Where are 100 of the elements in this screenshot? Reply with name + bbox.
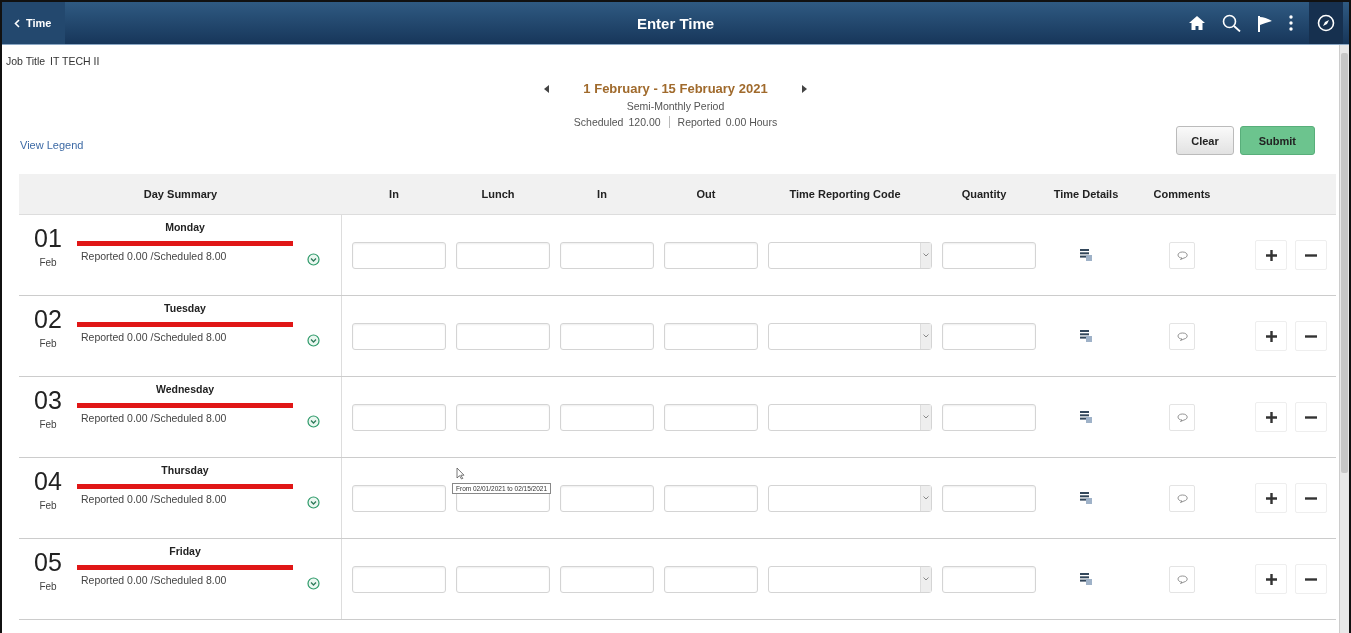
remove-row-button[interactable] (1295, 240, 1327, 270)
quantity-input-field[interactable] (942, 484, 1036, 512)
time-input-field[interactable] (664, 241, 758, 269)
time-details-icon[interactable] (1080, 573, 1092, 585)
more-options-icon[interactable] (1289, 15, 1293, 31)
time-input-field[interactable] (664, 565, 758, 593)
minus-icon (1305, 415, 1317, 419)
add-row-button[interactable] (1255, 564, 1287, 594)
plus-icon (1265, 411, 1277, 423)
submit-button[interactable]: Submit (1239, 126, 1315, 155)
add-row-button[interactable] (1255, 402, 1287, 432)
plus-icon (1265, 492, 1277, 504)
search-icon[interactable] (1222, 14, 1241, 32)
time-input-field[interactable] (664, 484, 758, 512)
column-header: Time Reporting Code (788, 188, 902, 200)
add-row-button[interactable] (1255, 483, 1287, 513)
caret-down-icon (923, 334, 929, 338)
time-input-field[interactable] (560, 484, 654, 512)
day-number: 03 (34, 387, 62, 413)
next-period-icon[interactable] (801, 84, 807, 93)
remove-row-button[interactable] (1295, 483, 1327, 513)
time-input-field[interactable] (456, 322, 550, 350)
period-range: 1 February - 15 February 2021 (583, 81, 768, 96)
column-header: Out (695, 188, 717, 200)
time-details-icon[interactable] (1080, 492, 1092, 504)
time-input-field[interactable] (560, 403, 654, 431)
quantity-input-field[interactable] (942, 403, 1036, 431)
caret-down-icon (923, 577, 929, 581)
home-icon[interactable] (1188, 15, 1206, 31)
expand-chevron-icon[interactable] (307, 333, 320, 347)
chevron-left-icon (14, 18, 20, 28)
month-label: Feb (39, 257, 57, 268)
time-reporting-code-dropdown[interactable] (768, 241, 932, 269)
add-row-button[interactable] (1255, 240, 1287, 270)
time-input-field[interactable] (352, 484, 446, 512)
time-details-icon[interactable] (1080, 411, 1092, 423)
back-button[interactable]: Time (2, 2, 66, 44)
reported-label: Reported (677, 116, 721, 128)
day-number: 02 (34, 306, 62, 332)
time-input-field[interactable] (560, 241, 654, 269)
time-input-field[interactable] (352, 403, 446, 431)
expand-chevron-icon[interactable] (307, 495, 320, 509)
weekday-label: Friday (169, 545, 201, 557)
scheduled-label: Scheduled (573, 116, 624, 128)
time-input-field[interactable] (560, 565, 654, 593)
time-reporting-code-dropdown[interactable] (768, 484, 932, 512)
month-label: Feb (39, 581, 57, 592)
plus-icon (1265, 249, 1277, 261)
previous-period-icon[interactable] (544, 84, 550, 93)
expand-chevron-icon[interactable] (307, 252, 320, 266)
view-legend-link[interactable]: View Legend (20, 139, 84, 151)
hours-summary: Reported 0.00 /Scheduled 8.00 (81, 493, 227, 505)
remove-row-button[interactable] (1295, 402, 1327, 432)
remove-row-button[interactable] (1295, 564, 1327, 594)
quantity-input-field[interactable] (942, 241, 1036, 269)
time-input-field[interactable] (352, 322, 446, 350)
column-header: In (388, 188, 400, 200)
page-title: Enter Time (636, 14, 715, 32)
time-reporting-code-dropdown[interactable] (768, 322, 932, 350)
speech-bubble-icon (1176, 250, 1188, 260)
comment-button[interactable] (1169, 565, 1195, 593)
time-details-icon[interactable] (1080, 249, 1092, 261)
expand-chevron-icon[interactable] (307, 414, 320, 428)
speech-bubble-icon (1176, 412, 1188, 422)
scrollbar[interactable] (1339, 45, 1349, 633)
flag-icon[interactable] (1257, 14, 1273, 32)
compass-icon[interactable] (1317, 14, 1335, 32)
time-input-field[interactable] (456, 241, 550, 269)
day-number: 05 (34, 549, 62, 575)
plus-icon (1265, 330, 1277, 342)
clear-button[interactable]: Clear (1176, 126, 1234, 155)
expand-chevron-icon[interactable] (307, 576, 320, 590)
time-details-icon[interactable] (1080, 330, 1092, 342)
column-header: Comments (1152, 188, 1212, 200)
speech-bubble-icon (1176, 493, 1188, 503)
time-reporting-code-dropdown[interactable] (768, 403, 932, 431)
add-row-button[interactable] (1255, 321, 1287, 351)
column-header: Lunch (480, 188, 516, 200)
column-header: Quantity (960, 188, 1008, 200)
comment-button[interactable] (1169, 241, 1195, 269)
minus-icon (1305, 496, 1317, 500)
time-input-field[interactable] (352, 241, 446, 269)
comment-button[interactable] (1169, 322, 1195, 350)
time-input-field[interactable] (456, 403, 550, 431)
time-input-field[interactable] (456, 565, 550, 593)
quantity-input-field[interactable] (942, 322, 1036, 350)
time-input-field[interactable] (664, 403, 758, 431)
comment-button[interactable] (1169, 484, 1195, 512)
comment-button[interactable] (1169, 403, 1195, 431)
time-input-field[interactable] (352, 565, 446, 593)
quantity-input-field[interactable] (942, 565, 1036, 593)
job-title-value: IT TECH II (50, 55, 100, 67)
time-input-field[interactable] (560, 322, 654, 350)
caret-down-icon (923, 253, 929, 257)
remove-row-button[interactable] (1295, 321, 1327, 351)
month-label: Feb (39, 500, 57, 511)
weekday-label: Thursday (161, 464, 209, 476)
time-reporting-code-dropdown[interactable] (768, 565, 932, 593)
time-input-field[interactable] (664, 322, 758, 350)
minus-icon (1305, 334, 1317, 338)
